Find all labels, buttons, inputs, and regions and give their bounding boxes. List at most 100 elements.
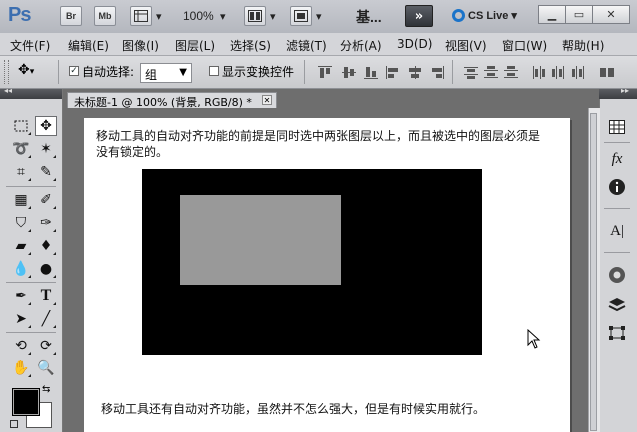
menu-filter[interactable]: 滤镜(T) [286,37,327,54]
menu-view[interactable]: 视图(V) [445,37,487,54]
menu-bar: 文件(F) 编辑(E) 图像(I) 图层(L) 选择(S) 滤镜(T) 分析(A… [0,33,637,56]
pen-tool[interactable]: ✒ [10,286,32,306]
distribute-right-icon[interactable] [572,66,586,79]
minimize-button[interactable]: ▁ [538,5,566,24]
expand-icon: ▸▸ [621,86,630,95]
distribute-left-icon[interactable] [532,66,546,79]
brush-tool[interactable]: ✐ [35,190,57,210]
menu-3d[interactable]: 3D(D) [397,37,432,51]
zoom-level[interactable]: 100% [183,9,214,23]
menu-layer[interactable]: 图层(L) [175,37,215,54]
workspace-switcher-button[interactable]: » [405,5,433,27]
align-left-icon[interactable] [386,66,400,79]
magic-wand-icon: ✶ [40,141,52,157]
hand-tool[interactable]: ✋ [10,358,32,378]
menu-select[interactable]: 选择(S) [230,37,271,54]
magic-wand-tool[interactable]: ✶ [35,139,57,159]
gray-layer-rect[interactable] [180,195,341,285]
screen-mode-dropdown-icon[interactable]: ▾ [316,10,322,23]
view-extras-dropdown-icon[interactable]: ▾ [156,10,162,23]
layers-panel-button[interactable] [605,294,629,316]
fx-icon: fx [611,150,623,167]
menu-analysis[interactable]: 分析(A) [340,37,382,54]
paths-panel-button[interactable] [605,322,629,344]
auto-select-dropdown[interactable]: 组 ▼ [140,63,192,83]
character-icon: A| [610,222,624,239]
align-top-icon[interactable] [318,66,332,79]
arrange-dropdown-icon[interactable]: ▾ [270,10,276,23]
photoshop-logo: Ps [8,4,31,26]
restore-button[interactable]: ▭ [565,5,593,24]
distribute-top-icon[interactable] [464,66,478,79]
auto-select-checkbox[interactable]: ✓ [69,66,79,76]
dodge-icon: ● [39,261,53,277]
type-tool[interactable]: T [35,286,57,306]
info-panel-button[interactable] [605,176,629,198]
menu-edit[interactable]: 编辑(E) [68,37,109,54]
tools-panel-header[interactable]: ◂◂ [0,86,62,99]
path-select-icon: ➤ [15,311,27,327]
cs-live-button[interactable]: CS Live ▾ [452,9,517,22]
workspace-name[interactable]: 基... [356,7,382,27]
swap-colors-icon[interactable]: ⇆ [42,384,50,395]
path-selection-tool[interactable]: ➤ [10,309,32,329]
options-bar-grip[interactable] [4,60,9,84]
menu-file[interactable]: 文件(F) [10,37,50,54]
eyedropper-tool[interactable]: ✎ [35,162,57,182]
close-button[interactable]: ✕ [592,5,630,24]
line-tool[interactable]: ╱ [35,309,57,329]
eraser-tool[interactable]: ▰ [10,236,32,256]
arrange-documents-button[interactable] [244,6,266,26]
history-brush-tool[interactable]: ✑ [35,213,57,233]
screen-mode-button[interactable] [290,6,312,26]
zoom-tool[interactable]: 🔍 [35,358,57,378]
blur-tool[interactable]: 💧 [10,259,32,279]
distribute-horizontal-center-icon[interactable] [552,66,566,79]
marquee-tool[interactable] [10,116,32,136]
zoom-dropdown-icon[interactable]: ▾ [220,10,226,23]
character-panel-button[interactable]: A| [605,220,629,242]
distribute-vertical-center-icon[interactable] [484,66,498,79]
move-icon: ✥ [40,118,52,134]
distribute-bottom-icon[interactable] [504,66,518,79]
align-vertical-center-icon[interactable] [342,66,356,79]
panel-divider [604,208,630,209]
3d-orbit-tool[interactable]: ⟳ [35,336,57,356]
actions-panel-button[interactable]: fx [605,148,629,170]
layers-icon [608,298,626,312]
foreground-color-swatch[interactable] [13,389,39,415]
grid-view-icon [134,10,148,22]
paint-bucket-tool[interactable]: ♦ [35,236,57,256]
histogram-panel-button[interactable] [605,116,629,138]
bridge-button[interactable]: Br [60,6,82,26]
document-tab[interactable]: 未标题-1 @ 100% (背景, RGB/8) * [67,92,277,109]
healing-icon: ▦ [14,192,28,208]
show-transform-checkbox[interactable] [209,66,219,76]
view-extras-button[interactable] [130,6,152,26]
quick-mask-icon[interactable] [10,420,18,428]
paths-icon [609,326,625,340]
healing-brush-tool[interactable]: ▦ [10,190,32,210]
history-brush-icon: ✑ [40,215,52,231]
move-tool-preset-icon[interactable]: ✥▾ [18,62,34,78]
scrollbar-thumb[interactable] [590,113,597,431]
align-right-icon[interactable] [430,66,444,79]
crop-tool[interactable]: ⌗ [10,162,32,182]
color-panel-button[interactable] [605,264,629,286]
checkmark-icon: ✓ [70,66,78,76]
tab-close-button[interactable]: ✕ [262,95,272,105]
panel-dock-header[interactable]: ▸▸ [599,86,637,99]
dodge-tool[interactable]: ● [35,259,57,279]
pen-icon: ✒ [15,288,27,304]
menu-image[interactable]: 图像(I) [122,37,159,54]
menu-help[interactable]: 帮助(H) [562,37,604,54]
align-horizontal-center-icon[interactable] [408,66,422,79]
lasso-tool[interactable]: ➰ [10,139,32,159]
menu-window[interactable]: 窗口(W) [502,37,547,54]
move-tool[interactable]: ✥ [35,116,57,136]
3d-rotate-tool[interactable]: ⟲ [10,336,32,356]
auto-align-layers-icon[interactable] [600,66,614,79]
align-bottom-icon[interactable] [364,66,378,79]
clone-stamp-tool[interactable]: ⛉ [10,213,32,233]
mini-bridge-button[interactable]: Mb [94,6,116,26]
